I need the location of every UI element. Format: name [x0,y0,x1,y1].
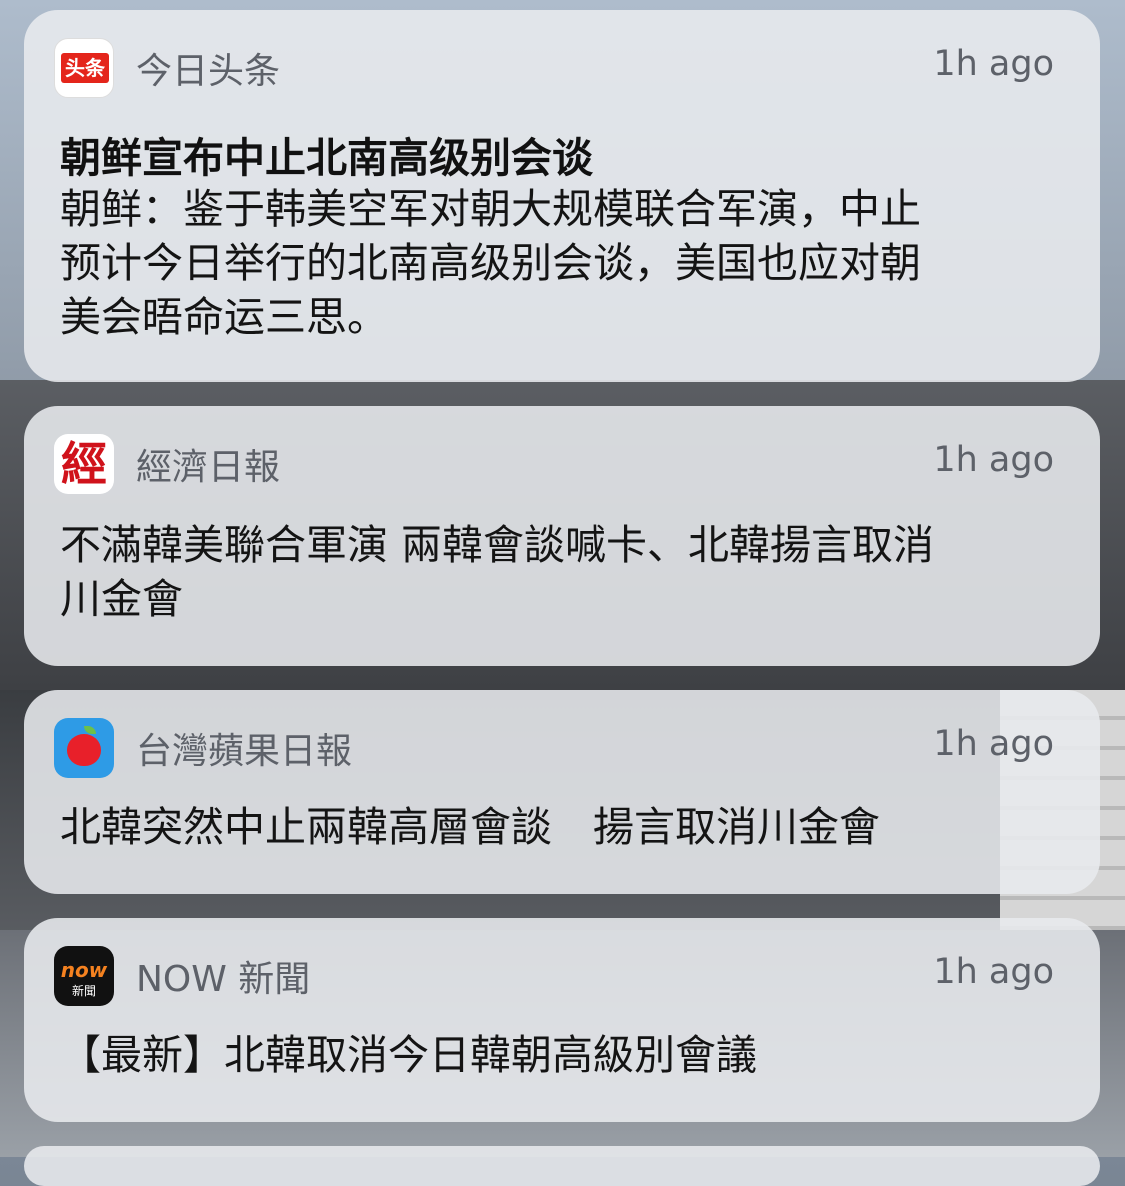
apple-daily-app-icon [54,718,114,778]
notification-body: 不滿韓美聯合軍演 兩韓會談喊卡、北韓揚言取消 川金會 [60,518,1040,626]
notification-card-toutiao[interactable]: 头条 今日头条 1h ago 朝鲜宣布中止北南高级别会谈 朝鲜：鉴于韩美空军对朝… [24,10,1100,382]
body-line: 北韓突然中止兩韓高層會談 揚言取消川金會 [60,803,880,851]
toutiao-app-icon: 头条 [54,38,114,98]
timestamp: 1h ago [933,44,1054,84]
now-icon-text: now [60,958,108,982]
notification-card-apple-daily[interactable]: 台灣蘋果日報 1h ago 北韓突然中止兩韓高層會談 揚言取消川金會 [24,690,1100,894]
body-line: 预计今日举行的北南高级别会谈，美国也应对朝 [60,239,921,287]
notification-body: 朝鲜：鉴于韩美空军对朝大规模联合军演，中止 预计今日举行的北南高级别会谈，美国也… [60,182,1040,344]
notification-title: 朝鲜宣布中止北南高级别会谈 [60,134,593,182]
timestamp: 1h ago [933,952,1054,992]
body-line: 川金會 [60,575,183,623]
now-news-app-icon: now 新聞 [54,946,114,1006]
app-name: 今日头条 [136,51,281,92]
timestamp: 1h ago [933,440,1054,480]
notification-body: 北韓突然中止兩韓高層會談 揚言取消川金會 [60,800,1040,854]
hket-app-icon: 經 [54,434,114,494]
body-line: 美会晤命运三思。 [60,293,388,341]
notification-body: 【最新】北韓取消今日韓朝高級別會議 [60,1028,1040,1082]
now-icon-subtext: 新聞 [71,984,96,998]
notification-card-partial[interactable] [24,1146,1100,1186]
body-line: 朝鲜：鉴于韩美空军对朝大规模联合军演，中止 [60,185,921,233]
body-line: 不滿韓美聯合軍演 兩韓會談喊卡、北韓揚言取消 [60,521,935,569]
toutiao-icon-text: 头条 [65,56,105,80]
body-line: 【最新】北韓取消今日韓朝高級別會議 [60,1031,757,1079]
notification-card-now-news[interactable]: now 新聞 NOW 新聞 1h ago 【最新】北韓取消今日韓朝高級別會議 [24,918,1100,1122]
hket-icon-text: 經 [61,437,107,491]
timestamp: 1h ago [933,724,1054,764]
app-name: NOW 新聞 [136,959,311,1000]
notification-card-hket[interactable]: 經 經濟日報 1h ago 不滿韓美聯合軍演 兩韓會談喊卡、北韓揚言取消 川金會 [24,406,1100,666]
app-name: 台灣蘋果日報 [136,731,353,772]
app-name: 經濟日報 [136,447,281,488]
